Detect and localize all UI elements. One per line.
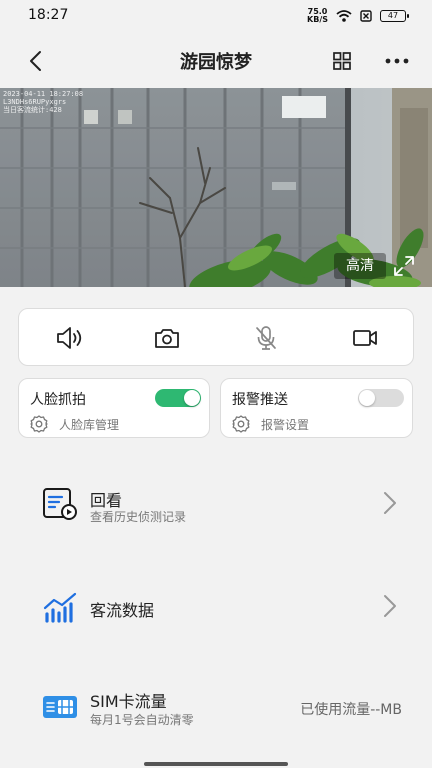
list-item-sim-data[interactable]: SIM卡流量 每月1号会自动清零 已使用流量--MB: [0, 674, 432, 744]
network-speed-unit: KB/S: [307, 15, 328, 24]
page-title: 游园惊梦: [180, 52, 252, 73]
back-button[interactable]: [22, 46, 52, 76]
list-item-playback[interactable]: 回看 查看历史侦测记录: [0, 470, 432, 540]
nav-bar: 游园惊梦: [0, 40, 432, 80]
osd-timestamp: 2023-04-11 18:27:08: [3, 90, 84, 98]
fullscreen-button[interactable]: [392, 254, 416, 278]
face-capture-card: 人脸抓拍 人脸库管理: [18, 378, 210, 438]
control-panel: [18, 308, 414, 366]
network-speed: 75.0 KB/S: [307, 8, 328, 24]
sim-data-usage: 已使用流量--MB: [300, 702, 402, 718]
video-osd: 2023-04-11 18:27:08 L3NDHs6RUPyxgrs 当日客流统计…: [3, 90, 83, 114]
video-record-icon: [353, 330, 377, 346]
camera-icon: [155, 329, 179, 348]
list-item-traffic-data[interactable]: 客流数据: [0, 572, 432, 642]
gear-icon: [30, 415, 48, 433]
battery-indicator: 47: [380, 10, 409, 22]
quality-button[interactable]: 高清: [334, 253, 386, 279]
face-capture-switch[interactable]: [155, 389, 201, 407]
chevron-right-icon: [384, 492, 396, 514]
sim-card-icon: [43, 696, 77, 718]
sim-data-title: SIM卡流量: [90, 692, 167, 711]
gear-icon: [232, 415, 250, 433]
record-button[interactable]: [350, 323, 380, 353]
bar-chart-icon: [43, 592, 77, 623]
alarm-push-card: 报警推送 报警设置: [220, 378, 413, 438]
chevron-right-icon: [384, 595, 396, 617]
speaker-icon: [57, 327, 82, 349]
wifi-icon: [336, 10, 352, 22]
chevron-left-icon: [30, 51, 41, 71]
status-time: 18:27: [28, 7, 69, 23]
alarm-settings-link[interactable]: 报警设置: [261, 416, 309, 433]
osd-device-id: L3NDHs6RUPyxgrs: [3, 98, 67, 106]
home-indicator[interactable]: [144, 762, 288, 766]
more-icon: [385, 58, 409, 64]
osd-visitor-count: 当日客流统计:428: [3, 106, 62, 114]
playback-subtitle: 查看历史侦测记录: [90, 510, 187, 524]
grid-view-button[interactable]: [330, 49, 354, 73]
face-capture-label: 人脸抓拍: [30, 392, 86, 408]
microphone-muted-icon: [256, 326, 276, 350]
switch-knob: [359, 390, 375, 406]
alarm-push-switch[interactable]: [358, 389, 404, 407]
microphone-button[interactable]: [251, 323, 281, 353]
fullscreen-icon: [394, 256, 414, 276]
sim-data-subtitle: 每月1号会自动清零: [90, 713, 194, 727]
snapshot-button[interactable]: [152, 323, 182, 353]
alarm-push-label: 报警推送: [232, 392, 288, 408]
speaker-button[interactable]: [54, 323, 84, 353]
more-button[interactable]: [382, 49, 412, 73]
sim-disabled-icon: [360, 10, 372, 22]
grid-icon: [333, 52, 351, 70]
status-bar: 18:27 75.0 KB/S 47: [0, 0, 432, 32]
status-icons: 75.0 KB/S 47: [307, 8, 409, 24]
playback-icon: [43, 488, 77, 520]
traffic-data-title: 客流数据: [90, 601, 155, 620]
switch-knob: [184, 390, 200, 406]
face-library-link[interactable]: 人脸库管理: [59, 416, 119, 433]
